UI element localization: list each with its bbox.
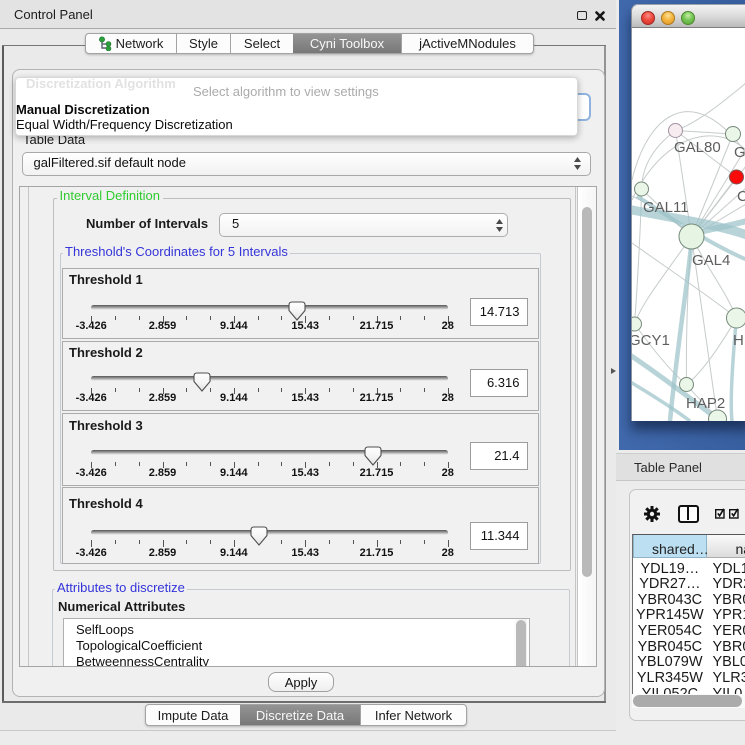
svg-text:H: H (733, 332, 744, 349)
svg-text:C: C (737, 188, 745, 205)
svg-text:G.: G. (734, 144, 745, 161)
svg-text:HAP2: HAP2 (686, 395, 725, 412)
svg-text:GAL11: GAL11 (643, 199, 689, 216)
svg-text:GAL4: GAL4 (692, 252, 730, 269)
svg-text:GCY1: GCY1 (632, 332, 670, 349)
svg-text:GAL80: GAL80 (674, 139, 721, 156)
